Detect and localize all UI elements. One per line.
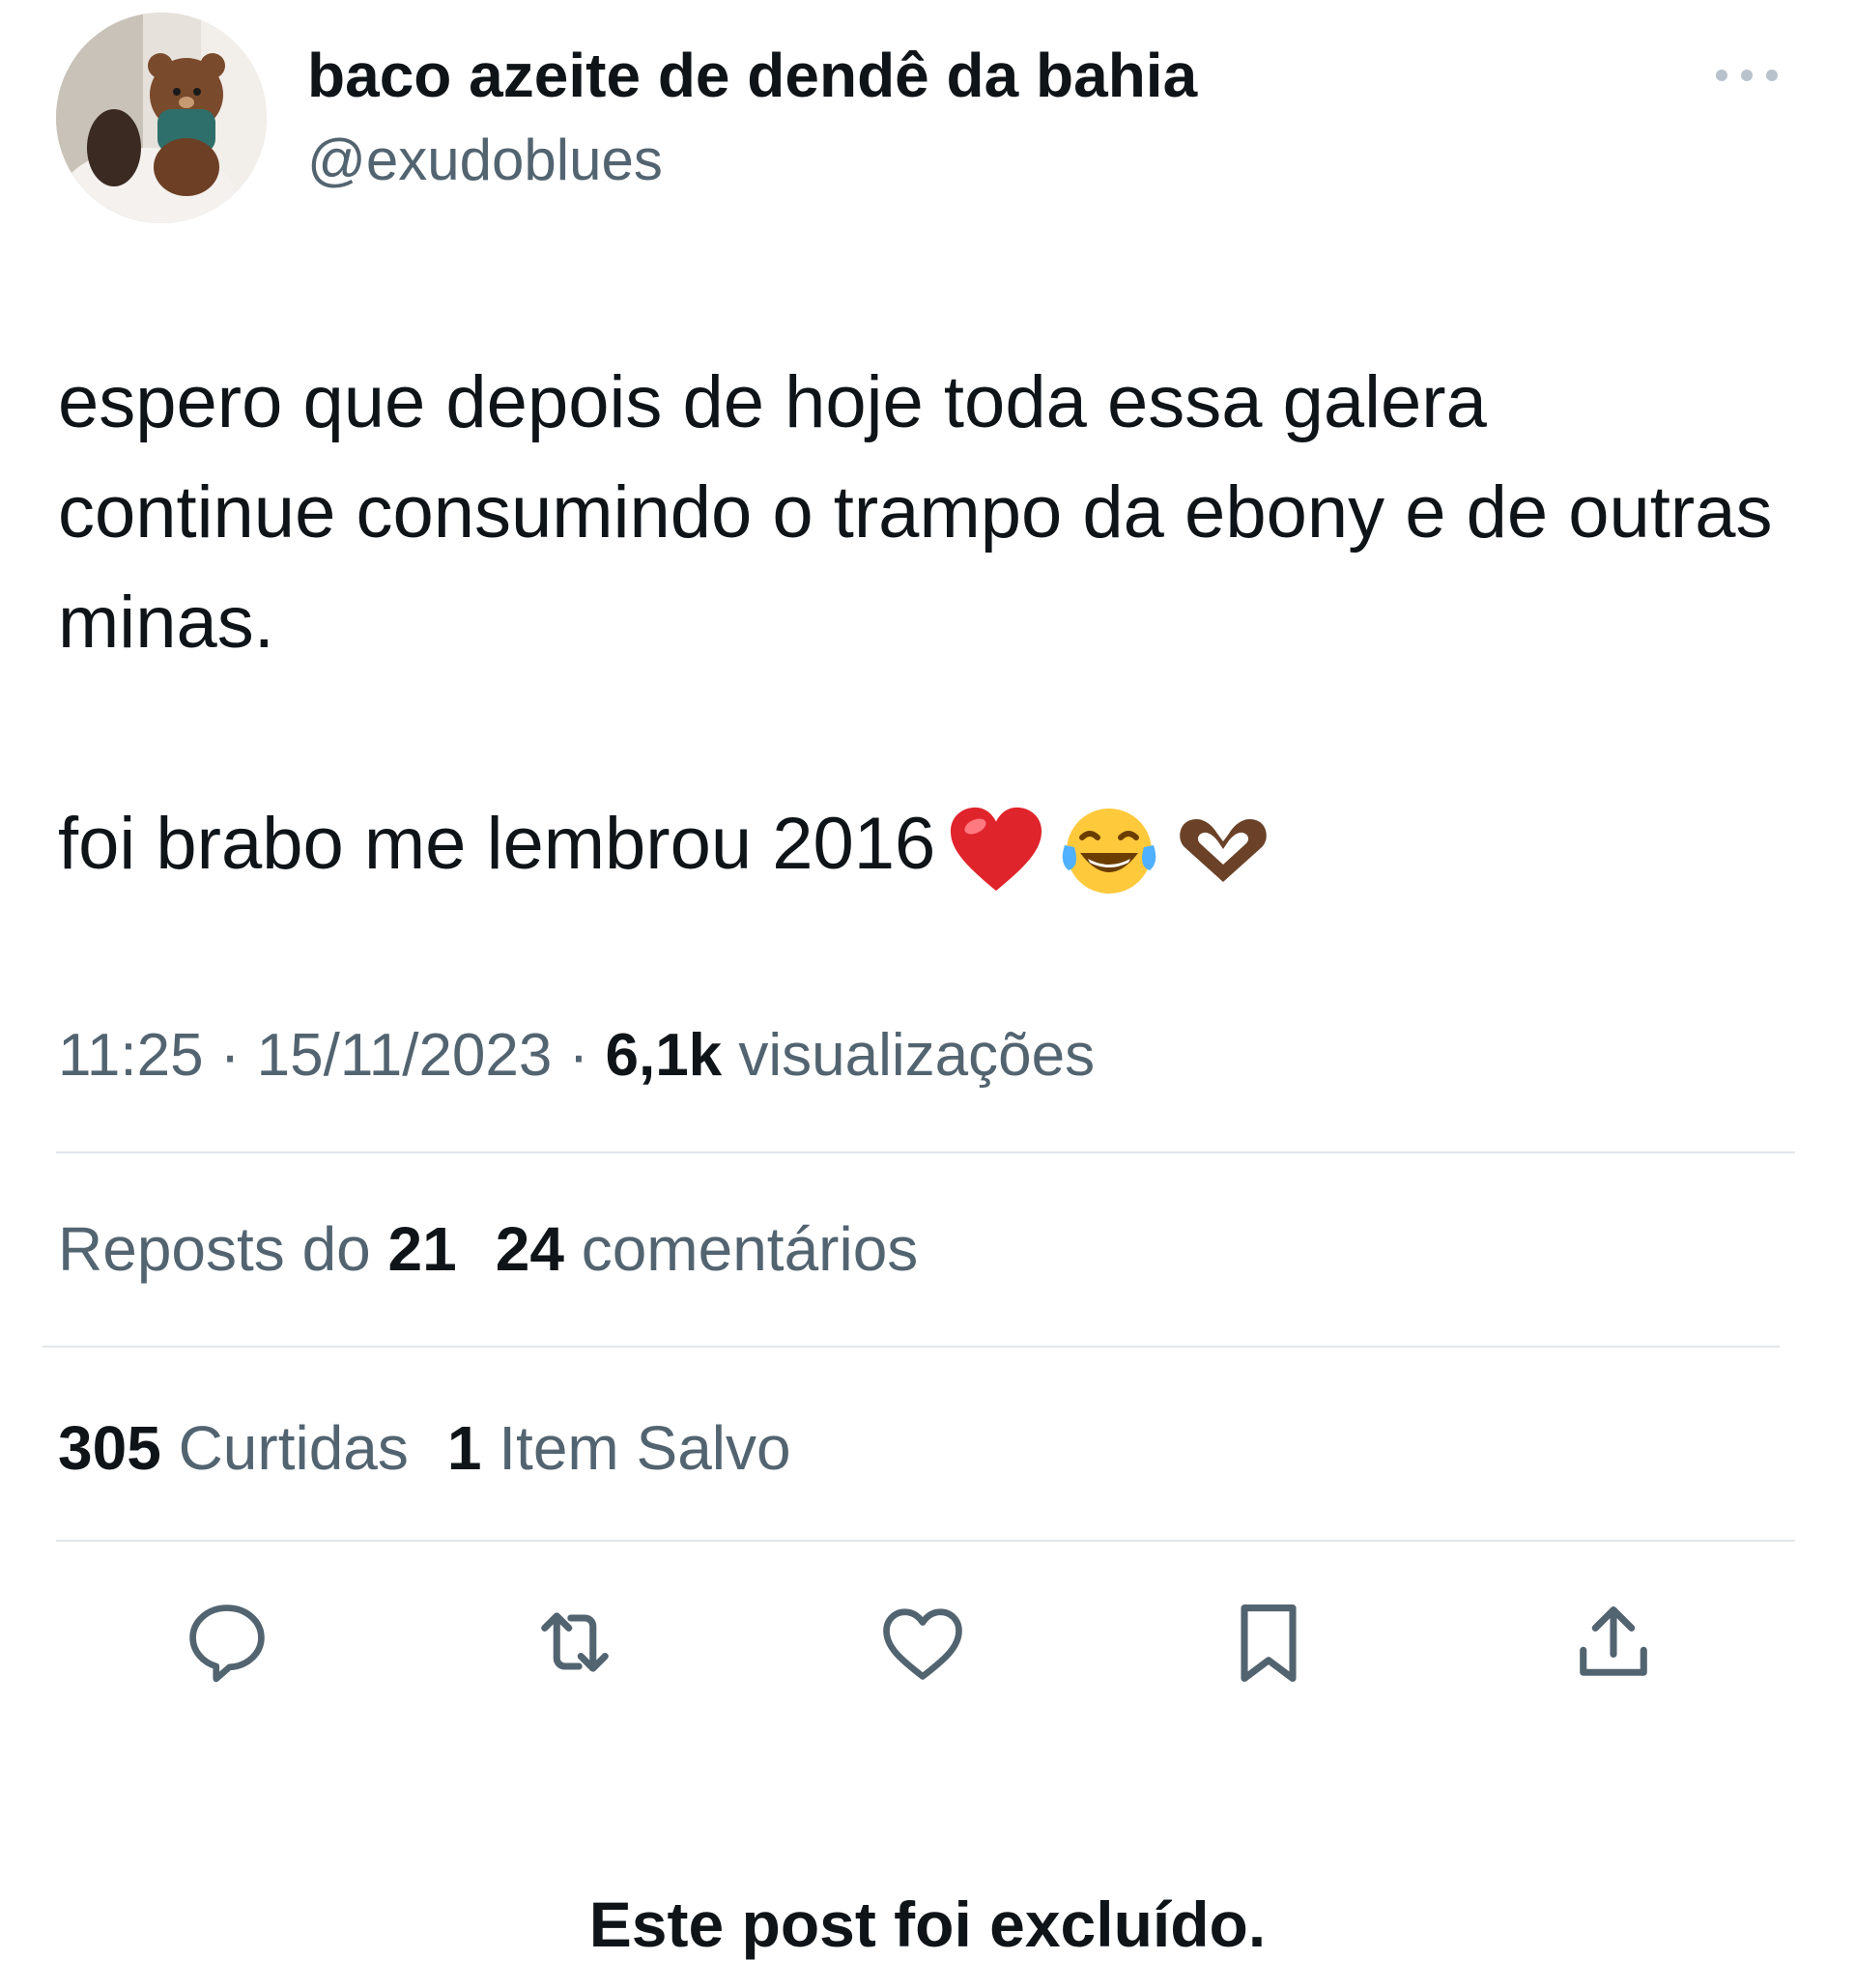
tweet-paragraph-2-text: foi brabo me lembrou 2016 bbox=[58, 803, 936, 885]
reposts-label: Reposts do bbox=[58, 1214, 388, 1284]
red-heart-emoji bbox=[951, 807, 1042, 892]
comments-stat[interactable]: 24 comentários bbox=[496, 1214, 919, 1284]
like-icon bbox=[883, 1608, 962, 1680]
likes-count: 305 bbox=[58, 1413, 161, 1483]
likes-stat[interactable]: 305 Curtidas bbox=[58, 1413, 409, 1483]
display-name[interactable]: baco azeite de dendê da bahia bbox=[307, 39, 1197, 112]
comments-label: comentários bbox=[563, 1214, 919, 1284]
views-label: visualizações bbox=[722, 1022, 1096, 1089]
tears-of-joy-emoji bbox=[1063, 808, 1156, 894]
reply-icon bbox=[189, 1605, 265, 1683]
bookmark-icon bbox=[1241, 1605, 1297, 1683]
tweet-date[interactable]: 15/11/2023 bbox=[257, 1022, 553, 1089]
divider bbox=[56, 1540, 1795, 1542]
reposts-count: 21 bbox=[387, 1214, 457, 1284]
comments-count: 24 bbox=[495, 1214, 564, 1284]
avatar-image bbox=[56, 13, 267, 223]
tweet-text: espero que depois de hoje toda essa gale… bbox=[58, 348, 1778, 899]
more-horizontal-icon bbox=[1716, 70, 1778, 81]
user-handle[interactable]: @exudoblues bbox=[307, 126, 663, 195]
saves-stat[interactable]: 1 Item Salvo bbox=[447, 1413, 791, 1483]
likes-label: Curtidas bbox=[160, 1413, 409, 1483]
stats-row-reposts-comments: Reposts do 21 24 comentários bbox=[58, 1210, 918, 1288]
saves-label: Item Salvo bbox=[481, 1413, 791, 1483]
bookmark-button[interactable] bbox=[1211, 1584, 1327, 1700]
share-icon bbox=[1580, 1606, 1647, 1676]
like-button[interactable] bbox=[865, 1584, 981, 1700]
views-count: 6,1k bbox=[605, 1022, 723, 1089]
repost-icon bbox=[541, 1612, 609, 1672]
emoji-group bbox=[949, 803, 1271, 895]
meta-separator: · bbox=[552, 1022, 606, 1089]
action-bar bbox=[0, 1584, 1855, 1719]
tweet-time[interactable]: 11:25 bbox=[58, 1022, 204, 1089]
avatar[interactable] bbox=[56, 13, 267, 223]
deleted-post-notice: Este post foi excluído. bbox=[588, 1889, 1267, 1960]
tweet-detail: baco azeite de dendê da bahia @exudoblue… bbox=[0, 0, 1855, 1988]
reply-button[interactable] bbox=[169, 1584, 285, 1700]
repost-button[interactable] bbox=[517, 1584, 633, 1700]
meta-separator: · bbox=[203, 1022, 257, 1089]
stats-row-likes-saves: 305 Curtidas 1 Item Salvo bbox=[58, 1409, 791, 1487]
divider bbox=[43, 1346, 1780, 1348]
reposts-stat[interactable]: Reposts do 21 bbox=[58, 1214, 457, 1284]
saves-count: 1 bbox=[446, 1413, 482, 1483]
divider bbox=[56, 1151, 1795, 1153]
tweet-meta: 11:25 · 15/11/2023 · 6,1k visualizações bbox=[58, 1019, 1095, 1093]
tweet-paragraph-1: espero que depois de hoje toda essa gale… bbox=[58, 361, 1773, 664]
tweet-paragraph-2: foi brabo me lembrou 2016 bbox=[58, 789, 1778, 899]
heart-hands-emoji bbox=[1180, 818, 1268, 882]
more-options-button[interactable] bbox=[1708, 56, 1785, 95]
share-button[interactable] bbox=[1555, 1584, 1671, 1700]
